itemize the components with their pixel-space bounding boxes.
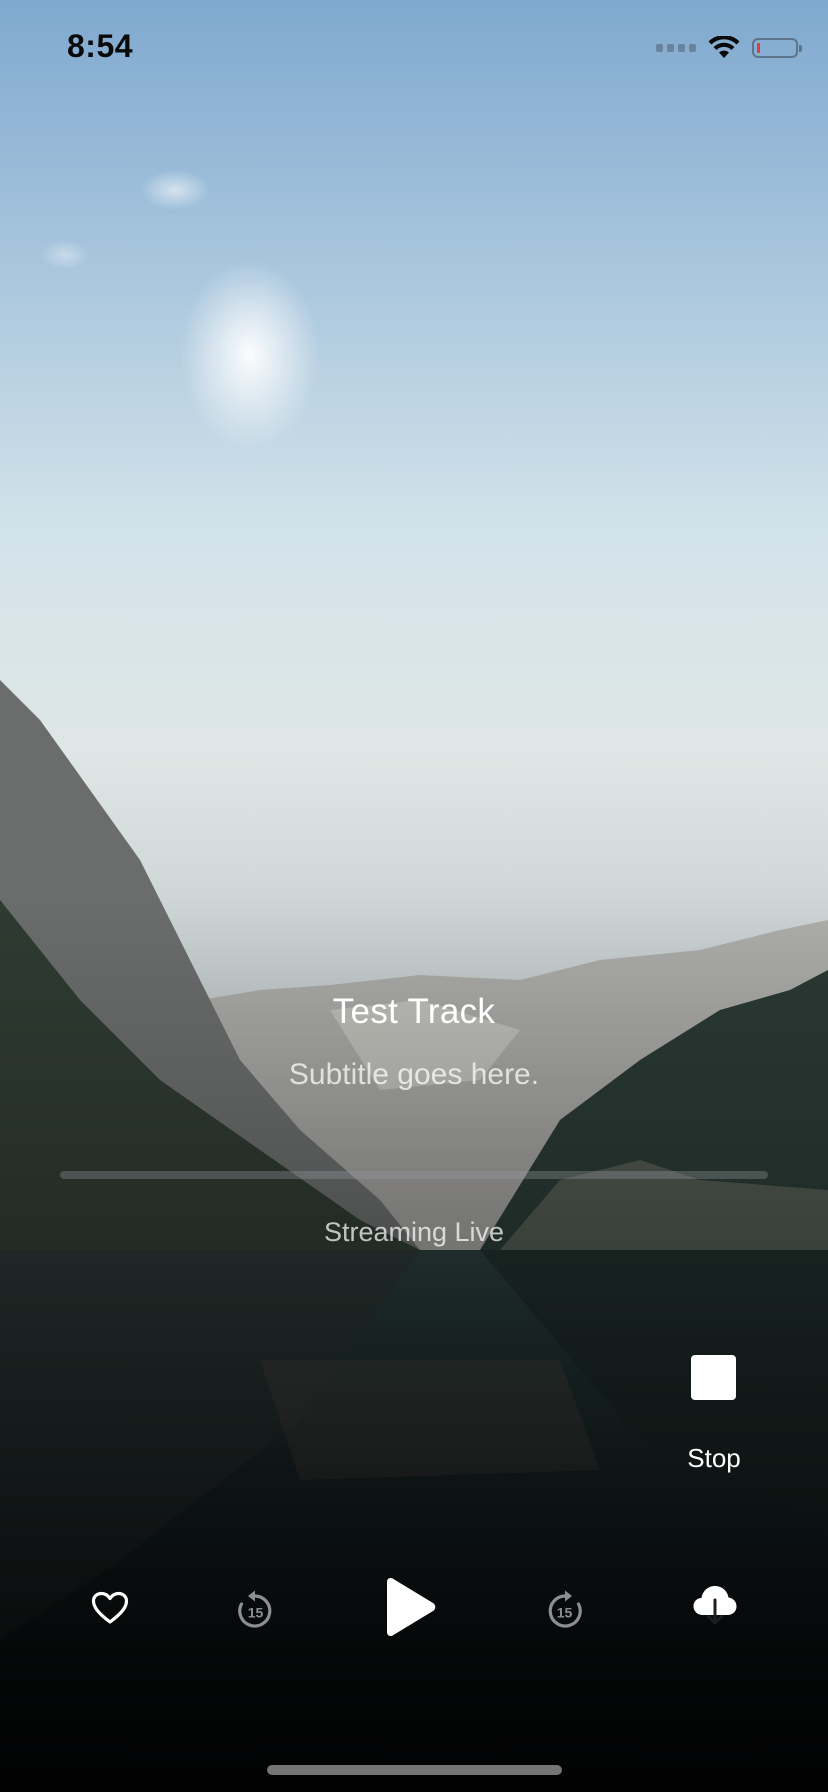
cellular-signal-icon [656,44,696,52]
background-landscape-image [0,0,828,1792]
stream-status: Streaming Live [323,1217,505,1247]
status-indicators [656,36,802,60]
replay-15-icon: 15 [238,1590,272,1628]
track-subtitle: Subtitle goes here. [288,1058,540,1091]
forward-15-icon: 15 [548,1590,582,1628]
heart-outline-icon [91,1591,129,1624]
status-time: 8:54 [67,28,134,64]
progress-bar[interactable] [60,1171,768,1179]
download-button[interactable] [689,1580,741,1630]
stop-button[interactable] [691,1355,736,1400]
rewind-15-label: 15 [248,1605,264,1621]
player-screen: 8:54 Test Track Subtitle goes here. Stre… [0,0,828,1792]
forward-15-button[interactable]: 15 [540,1582,590,1638]
home-indicator[interactable] [267,1765,562,1775]
wifi-icon [708,36,740,58]
stop-label: Stop [687,1443,741,1473]
favorite-button[interactable] [82,1580,138,1636]
cloud-download-icon [693,1586,737,1625]
forward-15-label: 15 [557,1605,573,1621]
play-button[interactable] [380,1574,440,1640]
track-title: Test Track [332,992,496,1031]
play-icon [387,1578,436,1636]
battery-icon [752,38,802,58]
rewind-15-button[interactable]: 15 [230,1582,280,1638]
